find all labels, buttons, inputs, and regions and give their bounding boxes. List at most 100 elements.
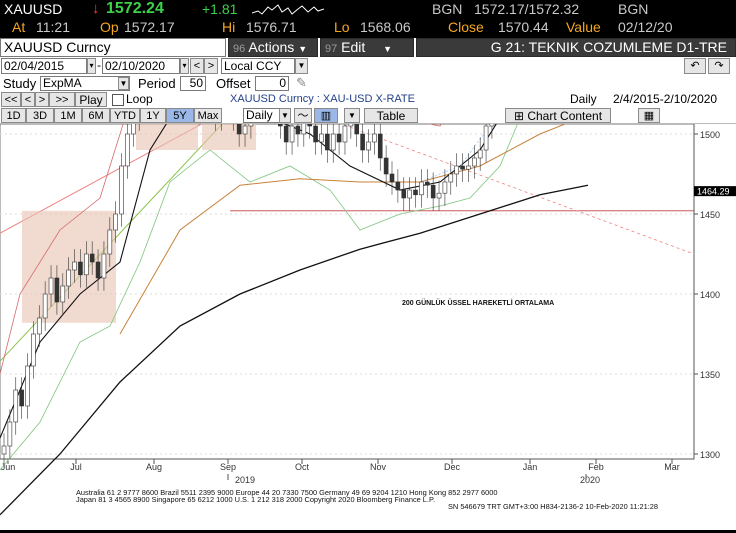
date-to-input[interactable]: 02/10/2020 xyxy=(102,58,180,74)
candle-body xyxy=(42,293,48,319)
candle-body xyxy=(72,261,77,271)
chart-content-label: Chart Content xyxy=(527,109,603,123)
candle-body xyxy=(419,181,424,196)
period-tab-1d[interactable]: 1D xyxy=(1,108,26,123)
price-tag-label: 1464.29 xyxy=(697,187,730,197)
candle-body xyxy=(319,133,324,143)
candle-body xyxy=(301,117,307,135)
candle-body xyxy=(336,133,342,143)
candle-body xyxy=(325,133,330,151)
candle-body xyxy=(107,229,113,255)
command-bar: XAUUSD Curncy 96 Actions ▼ 97 Edit ▼ G 2… xyxy=(0,38,736,57)
low-value: 1568.06 xyxy=(360,19,411,35)
actions-label: Actions xyxy=(248,39,295,55)
candle-body xyxy=(360,133,365,151)
candle-body xyxy=(389,173,395,183)
fast-forward-button[interactable]: >> xyxy=(49,92,75,107)
actions-number: 96 xyxy=(233,43,246,55)
candle-body xyxy=(366,141,371,151)
chart-content-button[interactable]: ⊞ Chart Content xyxy=(505,108,611,123)
candle-body xyxy=(454,165,459,175)
x-tick-label: Jan xyxy=(523,462,538,472)
candle-body xyxy=(66,269,71,287)
low-label: Lo xyxy=(334,19,350,35)
period-input[interactable]: 50 xyxy=(180,76,206,91)
chart-canvas[interactable]: 13001350140014501500155016001650JunJulAu… xyxy=(0,0,736,530)
period-tab-max[interactable]: Max xyxy=(194,108,222,123)
price-chart[interactable]: 13001350140014501500155016001650JunJulAu… xyxy=(0,0,736,530)
calendar-to-icon[interactable]: ▾ xyxy=(180,58,189,74)
period-tab-1m[interactable]: 1M xyxy=(54,108,82,123)
calendar-from-icon[interactable]: ▾ xyxy=(87,58,96,74)
candle-body xyxy=(460,165,465,170)
prev-range-button[interactable]: < xyxy=(190,58,204,74)
high-label: Hi xyxy=(222,19,236,35)
time-value: 11:21 xyxy=(36,19,70,35)
step-back-button[interactable]: < xyxy=(21,92,35,107)
net-change: +1.81 xyxy=(202,1,238,17)
currency-select[interactable]: Local CCY xyxy=(221,58,295,74)
study-select[interactable]: ExpMA xyxy=(40,76,130,91)
table-button[interactable]: Table xyxy=(364,108,418,123)
down-arrow-icon: ↓ xyxy=(92,0,100,17)
x-year-label: 2020 xyxy=(580,475,600,485)
value-date: 02/12/20 xyxy=(618,19,673,35)
play-button[interactable]: Play xyxy=(75,92,107,107)
period-tab-3d[interactable]: 3D xyxy=(26,108,54,123)
bid-ask-source-2: BGN xyxy=(618,1,649,17)
candle-body xyxy=(131,117,136,135)
offset-label: Offset xyxy=(216,76,251,91)
study-label: Study xyxy=(3,76,37,91)
candle-body xyxy=(54,277,60,303)
pencil-icon[interactable]: ✎ xyxy=(296,75,307,91)
candle-body xyxy=(95,261,101,279)
candle-style-icon[interactable]: ▥ xyxy=(314,108,338,123)
candle-body xyxy=(48,277,54,295)
redo-icon[interactable]: ↷ xyxy=(708,58,730,74)
chevron-down-icon: ▼ xyxy=(383,44,393,54)
period-tab-6m[interactable]: 6M xyxy=(82,108,110,123)
value-label: Value xyxy=(566,19,601,35)
offset-input[interactable]: 0 xyxy=(255,76,289,91)
candle-body xyxy=(442,181,448,194)
chevron-down-icon[interactable]: ▼ xyxy=(279,108,291,123)
candle-body xyxy=(125,133,130,167)
candle-body xyxy=(1,445,7,455)
grid-icon[interactable]: ▦ xyxy=(638,108,660,123)
candle-body xyxy=(236,117,242,135)
period-tab-ytd[interactable]: YTD xyxy=(110,108,140,123)
candle-body xyxy=(307,117,312,127)
candle-body xyxy=(430,184,436,199)
chevron-down-icon[interactable]: ▼ xyxy=(295,58,308,74)
study-row: Study ExpMA ▼ Period 50 Offset 0 ✎ xyxy=(0,75,736,92)
edit-menu[interactable]: 97 Edit ▼ xyxy=(320,38,414,57)
loop-checkbox[interactable] xyxy=(112,94,124,106)
security-field[interactable]: XAUUSD Curncy xyxy=(0,38,226,57)
step-forward-button[interactable]: > xyxy=(35,92,49,107)
chart-content-icon: ⊞ xyxy=(513,109,524,123)
footer-line-2: Japan 81 3 4565 8900 Singapore 65 6212 1… xyxy=(76,495,435,504)
candle-body xyxy=(25,365,30,407)
pattern-box-3 xyxy=(202,38,256,150)
period-tab-5y[interactable]: 5Y xyxy=(166,108,194,123)
chevron-down-icon[interactable]: ▼ xyxy=(118,77,129,90)
x-tick-label: Jul xyxy=(70,462,82,472)
y-tick-label: 1400 xyxy=(700,290,720,300)
time-label: At xyxy=(12,19,26,35)
open-value: 1572.17 xyxy=(124,19,175,35)
candle-body xyxy=(372,133,377,143)
chevron-down-icon[interactable]: ▼ xyxy=(344,108,360,123)
period-tab-1y[interactable]: 1Y xyxy=(140,108,166,123)
next-range-button[interactable]: > xyxy=(204,58,218,74)
x-tick-label: Nov xyxy=(370,462,387,472)
line-style-icon[interactable]: 〜 xyxy=(294,108,312,123)
candle-body xyxy=(84,253,89,276)
rewind-button[interactable]: << xyxy=(1,92,21,107)
period-label: Period xyxy=(138,76,176,91)
bid-ask: 1572.17/1572.32 xyxy=(474,1,580,17)
date-from-input[interactable]: 02/04/2015 xyxy=(1,58,87,74)
candle-body xyxy=(313,125,318,143)
actions-menu[interactable]: 96 Actions ▼ xyxy=(228,38,318,57)
candle-body xyxy=(283,125,289,143)
undo-icon[interactable]: ↶ xyxy=(684,58,706,74)
